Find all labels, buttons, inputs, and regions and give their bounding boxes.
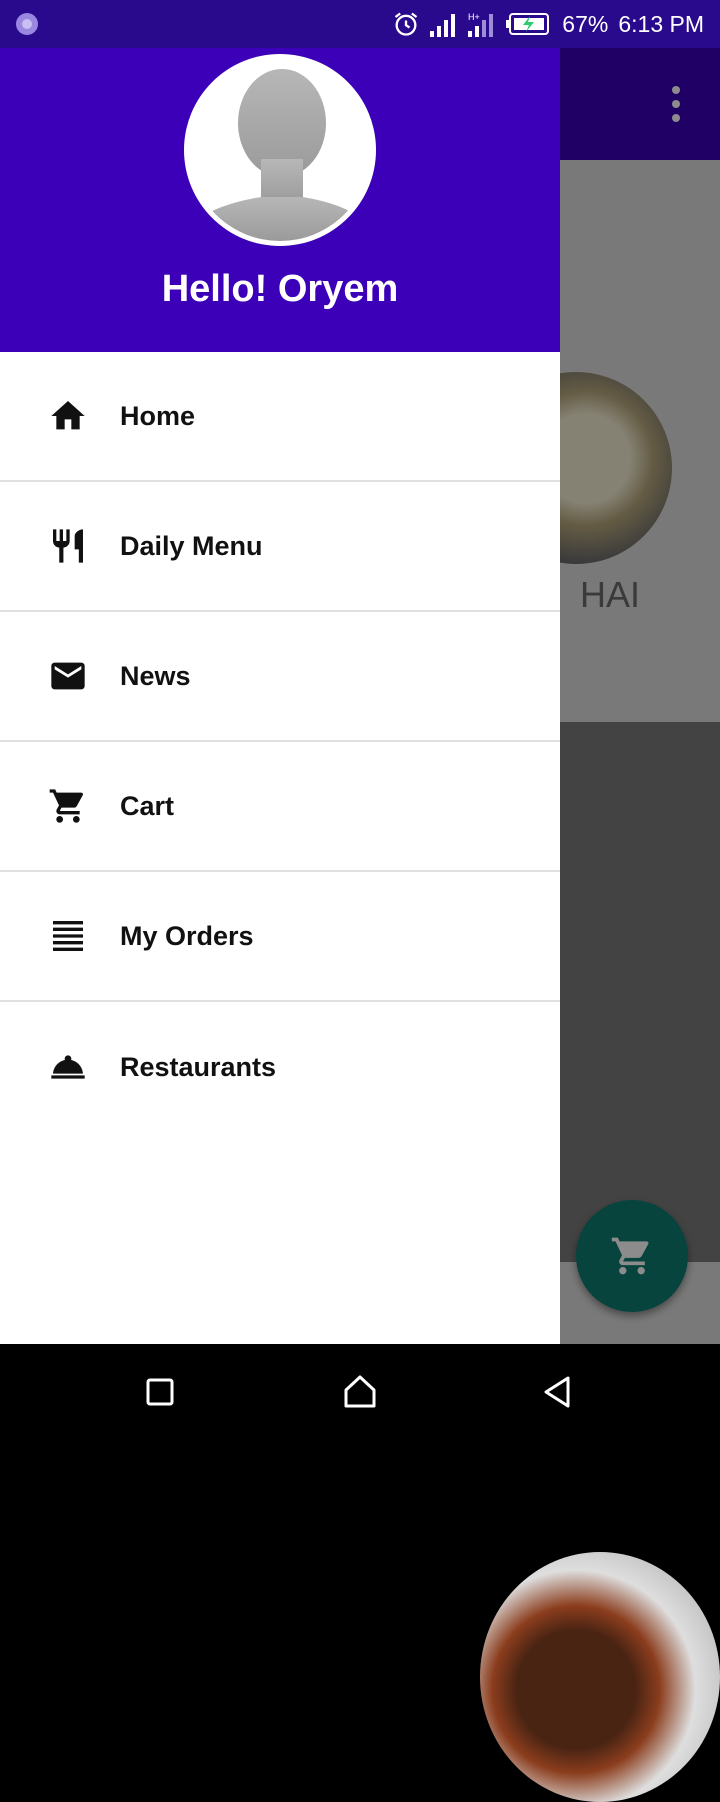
svg-text:H+: H+ <box>468 12 480 22</box>
drawer-header: Hello! Oryem <box>0 48 560 352</box>
navigation-drawer: Hello! Oryem Home Daily Menu News Cart M… <box>0 48 560 1344</box>
menu-label: Cart <box>120 790 175 821</box>
battery-charging-icon <box>506 13 550 35</box>
user-silhouette-icon <box>189 69 371 241</box>
avatar[interactable] <box>184 54 376 246</box>
menu-item-cart[interactable]: Cart <box>0 742 560 872</box>
menu-item-daily-menu[interactable]: Daily Menu <box>0 482 560 612</box>
drawer-menu: Home Daily Menu News Cart My Orders Rest… <box>0 352 560 1132</box>
dish-image <box>480 1552 720 1802</box>
list-icon <box>48 916 88 956</box>
menu-label: My Orders <box>120 920 254 951</box>
menu-item-restaurants[interactable]: Restaurants <box>0 1002 560 1132</box>
back-button[interactable] <box>538 1372 578 1412</box>
menu-item-news[interactable]: News <box>0 612 560 742</box>
menu-item-my-orders[interactable]: My Orders <box>0 872 560 1002</box>
menu-label: Restaurants <box>120 1051 277 1082</box>
menu-item-home[interactable]: Home <box>0 352 560 482</box>
app-notification-icon <box>16 13 38 35</box>
home-button[interactable] <box>340 1372 380 1412</box>
cart-icon <box>48 786 88 826</box>
signal-4g-icon: H+ <box>468 12 494 37</box>
status-bar: H+ 67% 6:13 PM <box>0 0 720 48</box>
room-service-icon <box>48 1047 88 1087</box>
menu-label: Daily Menu <box>120 530 263 561</box>
home-icon <box>48 396 88 436</box>
mail-icon <box>48 656 88 696</box>
menu-label: Home <box>120 400 196 431</box>
recents-button[interactable] <box>140 1372 180 1412</box>
system-nav-bar <box>0 1344 720 1440</box>
signal-icon <box>430 14 456 37</box>
battery-percent: 67% <box>562 10 609 37</box>
alarm-icon <box>395 12 418 36</box>
menu-label: News <box>120 660 191 691</box>
greeting-text: Hello! Oryem <box>161 268 399 310</box>
restaurant-icon <box>48 526 88 566</box>
clock: 6:13 PM <box>618 10 704 37</box>
